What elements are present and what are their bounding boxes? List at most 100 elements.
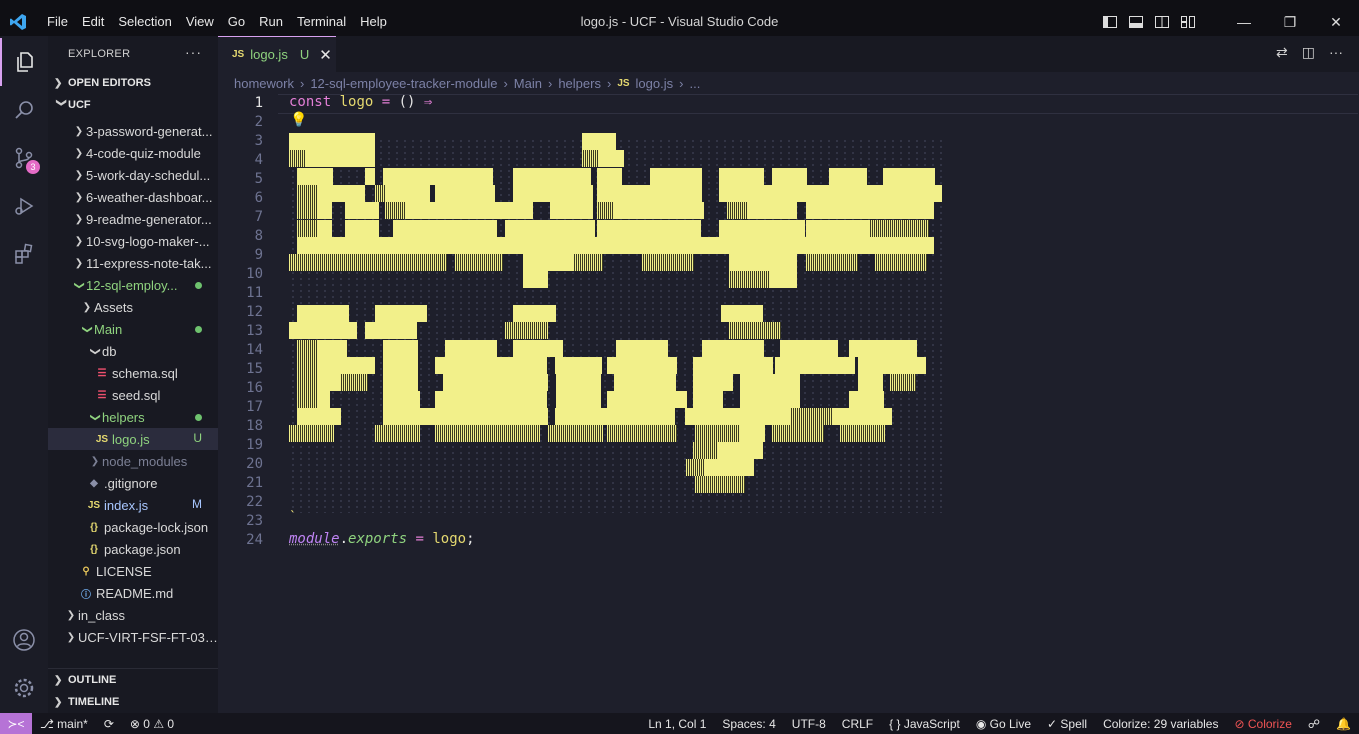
folder-item-in-class[interactable]: ❯ in_class — [48, 604, 218, 626]
ascii-art-block — [317, 220, 332, 237]
line-number: 18 — [246, 418, 263, 434]
ascii-art-block — [650, 168, 702, 185]
tab-logo-js[interactable]: JS logo.js U ✕ — [218, 36, 336, 72]
remote-indicator-icon[interactable]: ≻< — [0, 713, 32, 734]
file-item-logo-js[interactable]: JS logo.js U — [48, 428, 218, 450]
branch-status[interactable]: ⎇ main* — [32, 717, 96, 731]
folder-item[interactable]: ❯ 11-express-note-tak... — [48, 252, 218, 274]
ascii-art-block — [772, 425, 824, 442]
file-item-schema[interactable]: ☰ schema.sql — [48, 362, 218, 384]
folder-item[interactable]: ❯ 4-code-quiz-module — [48, 142, 218, 164]
ascii-art-block — [858, 357, 926, 374]
chevron-down-icon: ❯ — [73, 280, 85, 290]
ascii-art-block — [345, 202, 379, 219]
ascii-art-block — [435, 425, 540, 442]
file-item-package-lock[interactable]: {} package-lock.json — [48, 516, 218, 538]
folder-item[interactable]: ❯ 5-work-day-schedul... — [48, 164, 218, 186]
more-actions-icon[interactable]: ··· — [1329, 44, 1343, 61]
colorize-variables[interactable]: Colorize: 29 variables — [1095, 717, 1226, 731]
ascii-art-block — [383, 408, 428, 425]
ascii-art-block — [385, 202, 405, 219]
sync-icon[interactable]: ⟳ — [96, 717, 122, 731]
folder-item-ucf-virt[interactable]: ❯ UCF-VIRT-FSF-FT-03-... — [48, 626, 218, 648]
file-item-seed[interactable]: ☰ seed.sql — [48, 384, 218, 406]
folder-item-assets[interactable]: ❯ Assets — [48, 296, 218, 318]
end-of-line[interactable]: CRLF — [834, 717, 881, 731]
accounts-icon[interactable] — [0, 616, 48, 664]
line-number: 3 — [254, 133, 263, 149]
file-item-license[interactable]: ⚲ LICENSE — [48, 560, 218, 582]
chevron-right-icon: ❯ — [74, 213, 84, 225]
line-number: 24 — [246, 532, 263, 548]
js-file-icon: JS — [617, 77, 630, 89]
language-mode[interactable]: { } JavaScript — [881, 717, 968, 731]
settings-gear-icon[interactable] — [0, 664, 48, 712]
search-icon[interactable] — [0, 86, 48, 134]
folder-item-db[interactable]: ❯ db — [48, 340, 218, 362]
encoding[interactable]: UTF-8 — [784, 717, 834, 731]
ascii-art-block — [447, 237, 602, 254]
ascii-art-block — [340, 374, 368, 391]
modified-dot-icon — [195, 282, 202, 289]
colorize-button[interactable]: ⊘ Colorize — [1226, 717, 1299, 731]
chevron-right-icon: ❯ — [66, 609, 76, 621]
explorer-icon[interactable] — [0, 38, 48, 86]
open-changes-icon[interactable]: ⇄ — [1276, 44, 1288, 61]
folder-item-main[interactable]: ❯ Main — [48, 318, 218, 340]
extensions-icon[interactable] — [0, 230, 48, 278]
ascii-art-block — [317, 357, 375, 374]
folder-item[interactable]: ❯ 10-svg-logo-maker-... — [48, 230, 218, 252]
ascii-art-block — [719, 168, 764, 185]
file-item-gitignore[interactable]: ◆ .gitignore — [48, 472, 218, 494]
folder-item[interactable]: ❯ 3-password-generat... — [48, 120, 218, 142]
ascii-art-block — [375, 185, 385, 202]
ascii-art-block — [297, 340, 317, 357]
line-number: 21 — [246, 475, 263, 491]
breadcrumb-item[interactable]: Main — [514, 76, 542, 91]
ascii-art-block — [435, 185, 495, 202]
folder-item-helpers[interactable]: ❯ helpers — [48, 406, 218, 428]
run-debug-icon[interactable] — [0, 182, 48, 230]
timeline-section[interactable]: ❯ TIMELINE — [48, 691, 218, 713]
file-item-readme[interactable]: ⓘ README.md — [48, 582, 218, 604]
open-editors-section[interactable]: ❯ OPEN EDITORS — [48, 72, 218, 94]
code-line-1: const logo = () ⇒ — [289, 94, 433, 110]
outline-section[interactable]: ❯ OUTLINE — [48, 669, 218, 691]
breadcrumb-item[interactable]: homework — [234, 76, 294, 91]
lightbulb-icon[interactable]: 💡 — [290, 112, 307, 128]
folder-item-12-sql[interactable]: ❯ 12-sql-employ... — [48, 274, 218, 296]
cursor-position[interactable]: Ln 1, Col 1 — [640, 717, 714, 731]
ascii-art-block — [513, 340, 563, 357]
breadcrumb-item[interactable]: logo.js — [636, 76, 674, 91]
ascii-art-block — [365, 322, 417, 339]
file-item-package-json[interactable]: {} package.json — [48, 538, 218, 560]
explorer-sidebar: EXPLORER ··· ❯ OPEN EDITORS ❯ UCF ❯ 3-passw… — [48, 36, 218, 713]
feedback-icon[interactable]: ☍ — [1300, 717, 1328, 731]
source-control-icon[interactable]: 3 — [0, 134, 48, 182]
chevron-right-icon: ❯ — [90, 455, 100, 467]
line-number: 2 — [254, 114, 263, 130]
ascii-art-block — [719, 220, 805, 237]
ascii-art-block — [297, 185, 317, 202]
ascii-art-block — [704, 459, 754, 476]
spell-check-button[interactable]: ✓ Spell — [1039, 717, 1095, 731]
ascii-art-block — [317, 185, 365, 202]
notifications-bell-icon[interactable]: 🔔 — [1328, 717, 1359, 731]
activity-bar: 3 — [0, 36, 48, 713]
folder-item[interactable]: ❯ 9-readme-generator... — [48, 208, 218, 230]
workspace-section[interactable]: ❯ UCF — [48, 94, 218, 116]
more-actions-icon[interactable]: ··· — [185, 44, 202, 60]
file-item-index-js[interactable]: JS index.js M — [48, 494, 218, 516]
breadcrumb-item[interactable]: 12-sql-employee-tracker-module — [310, 76, 497, 91]
go-live-button[interactable]: ◉ Go Live — [968, 717, 1039, 731]
breadcrumb-item[interactable]: helpers — [558, 76, 601, 91]
ascii-art-block — [505, 220, 595, 237]
chevron-right-icon: › — [606, 75, 612, 91]
close-tab-icon[interactable]: ✕ — [319, 46, 332, 64]
folder-item-node-modules[interactable]: ❯ node_modules — [48, 450, 218, 472]
indentation[interactable]: Spaces: 4 — [714, 717, 783, 731]
problems-status[interactable]: ⊗ 0 ⚠ 0 — [122, 717, 182, 731]
folder-item[interactable]: ❯ 6-weather-dashboar... — [48, 186, 218, 208]
split-editor-icon[interactable]: ◫ — [1302, 44, 1315, 61]
breadcrumb-item[interactable]: ... — [689, 76, 700, 91]
